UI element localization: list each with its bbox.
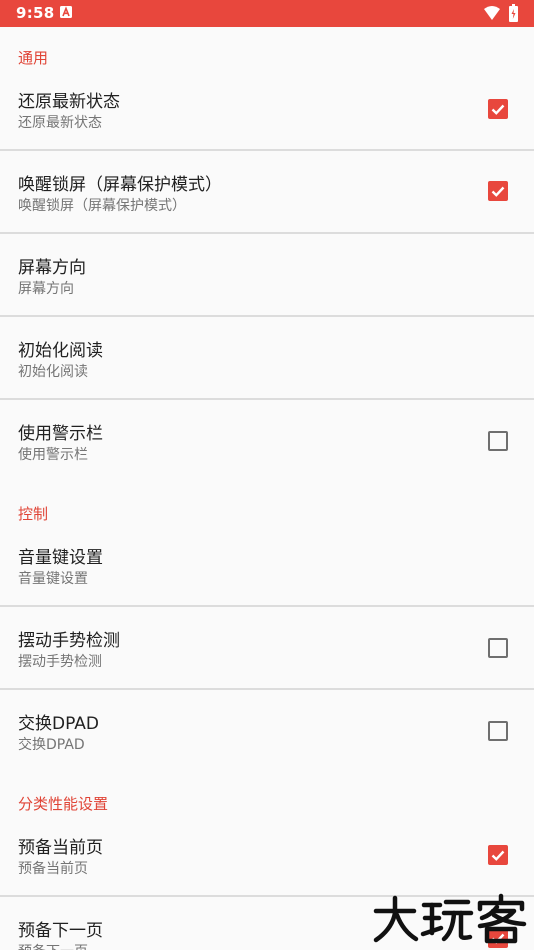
setting-title: 还原最新状态 [18, 92, 120, 112]
status-bar: 9:58 [0, 0, 534, 27]
check-icon [491, 186, 505, 197]
setting-summary: 预备当前页 [18, 861, 88, 877]
setting-screen-orientation[interactable]: 屏幕方向 屏幕方向 [0, 233, 534, 316]
setting-prepare-current-page[interactable]: 预备当前页 预备当前页 [0, 813, 534, 896]
battery-icon [509, 4, 518, 22]
setting-summary: 初始化阅读 [18, 364, 88, 380]
setting-use-alert-bar[interactable]: 使用警示栏 使用警示栏 [0, 399, 534, 482]
checkbox-unchecked[interactable] [488, 638, 508, 658]
setting-title: 预备下一页 [18, 921, 103, 941]
setting-summary: 屏幕方向 [18, 281, 74, 297]
checkbox-checked[interactable] [488, 845, 508, 865]
setting-title: 使用警示栏 [18, 424, 103, 444]
check-icon [491, 104, 505, 115]
watermark-logo [373, 893, 527, 944]
section-header-general: 通用 [18, 49, 49, 67]
section-header-control: 控制 [18, 505, 49, 523]
setting-title: 交换DPAD [18, 714, 99, 734]
setting-title: 预备当前页 [18, 838, 103, 858]
setting-title: 摆动手势检测 [18, 631, 120, 651]
setting-summary: 交换DPAD [18, 737, 85, 753]
setting-summary: 唤醒锁屏（屏幕保护模式） [18, 198, 186, 214]
setting-title: 初始化阅读 [18, 341, 103, 361]
setting-volume-keys[interactable]: 音量键设置 音量键设置 [0, 523, 534, 606]
checkbox-unchecked[interactable] [488, 431, 508, 451]
setting-summary: 还原最新状态 [18, 115, 102, 131]
setting-title: 音量键设置 [18, 548, 103, 568]
setting-swap-dpad[interactable]: 交换DPAD 交换DPAD [0, 689, 534, 772]
setting-init-reading[interactable]: 初始化阅读 初始化阅读 [0, 316, 534, 399]
section-header-performance: 分类性能设置 [18, 795, 109, 813]
setting-summary: 预备下一页 [18, 941, 88, 950]
checkbox-checked[interactable] [488, 181, 508, 201]
setting-restore-latest-state[interactable]: 还原最新状态 还原最新状态 [0, 67, 534, 150]
checkbox-unchecked[interactable] [488, 721, 508, 741]
setting-title: 唤醒锁屏（屏幕保护模式） [18, 175, 222, 195]
checkbox-checked[interactable] [488, 99, 508, 119]
wifi-icon [484, 6, 500, 20]
check-icon [491, 850, 505, 861]
setting-summary: 使用警示栏 [18, 447, 88, 463]
setting-summary: 摆动手势检测 [18, 654, 102, 670]
setting-swing-gesture[interactable]: 摆动手势检测 摆动手势检测 [0, 606, 534, 689]
setting-title: 屏幕方向 [18, 258, 86, 278]
a-icon [60, 6, 72, 18]
setting-wake-lock-screen[interactable]: 唤醒锁屏（屏幕保护模式） 唤醒锁屏（屏幕保护模式） [0, 150, 534, 233]
status-time: 9:58 [16, 4, 55, 22]
setting-summary: 音量键设置 [18, 571, 88, 587]
